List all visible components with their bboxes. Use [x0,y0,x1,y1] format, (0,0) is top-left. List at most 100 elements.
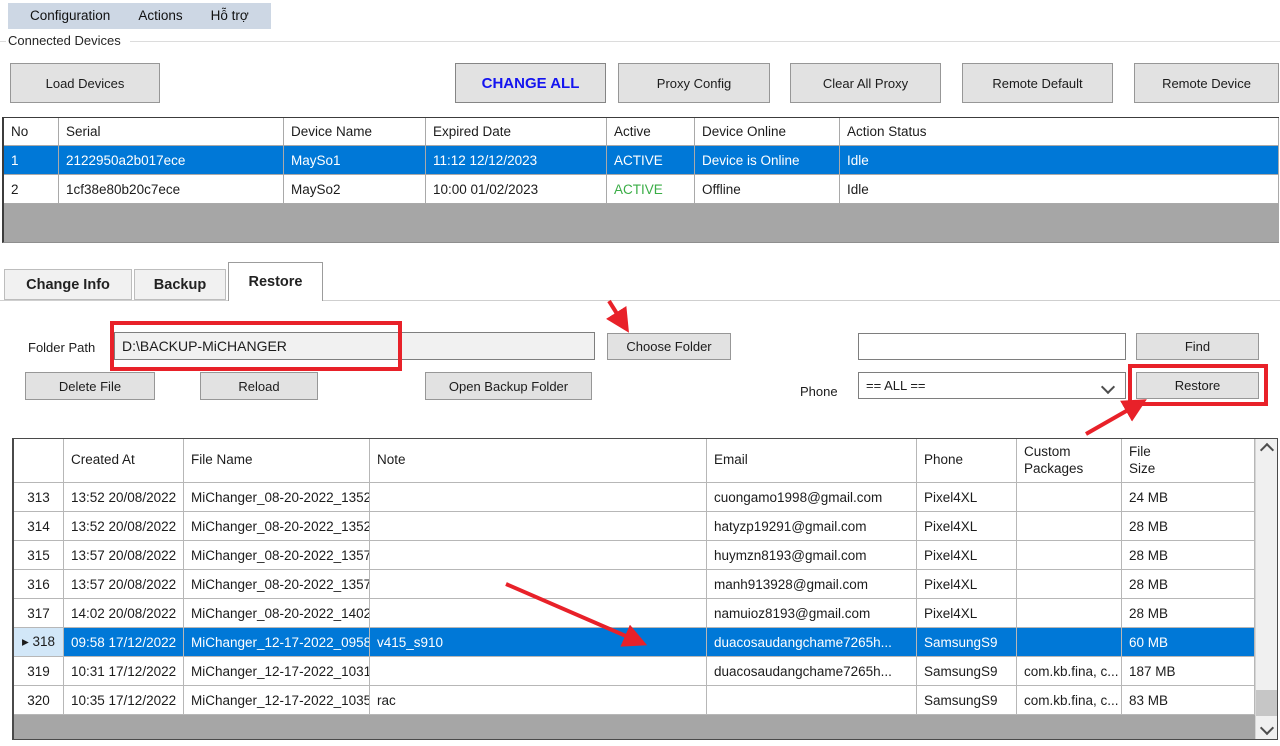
device-cell-status[interactable]: Idle [840,146,1279,174]
device-cell-active[interactable]: ACTIVE [607,146,695,174]
file-column-header[interactable]: File Name [184,439,370,482]
file-cell-phone[interactable]: Pixel4XL [917,512,1017,540]
file-cell-note[interactable] [370,599,707,627]
device-column-header[interactable]: Active [607,118,695,145]
file-cell-created[interactable]: 10:35 17/12/2022 [64,686,184,714]
file-cell-num[interactable]: 315 [14,541,64,569]
file-cell-size[interactable]: 28 MB [1122,599,1255,627]
load-devices-button[interactable]: Load Devices [10,63,160,103]
file-cell-packages[interactable]: com.kb.fina, c... [1017,657,1122,685]
file-cell-size[interactable]: 83 MB [1122,686,1255,714]
vertical-scrollbar[interactable] [1255,439,1277,739]
device-column-header[interactable]: Device Name [284,118,426,145]
file-cell-size[interactable]: 28 MB [1122,570,1255,598]
device-column-header[interactable]: Action Status [840,118,1279,145]
file-column-header[interactable]: Email [707,439,917,482]
file-column-header[interactable]: Created At [64,439,184,482]
file-cell-packages[interactable] [1017,512,1122,540]
file-cell-created[interactable]: 14:02 20/08/2022 [64,599,184,627]
file-column-header[interactable] [14,439,64,482]
clear-all-proxy-button[interactable]: Clear All Proxy [790,63,941,103]
device-row[interactable]: 12122950a2b017eceMaySo111:12 12/12/2023A… [4,146,1279,175]
backup-file-row[interactable]: 31613:57 20/08/2022MiChanger_08-20-2022_… [14,570,1255,599]
device-row[interactable]: 21cf38e80b20c7eceMaySo210:00 01/02/2023A… [4,175,1279,204]
file-cell-file[interactable]: MiChanger_08-20-2022_135719_... [184,570,370,598]
file-cell-email[interactable]: hatyzp19291@gmail.com [707,512,917,540]
file-cell-note[interactable]: rac [370,686,707,714]
remote-default-button[interactable]: Remote Default [962,63,1113,103]
file-cell-size[interactable]: 60 MB [1122,628,1255,656]
file-cell-size[interactable]: 28 MB [1122,541,1255,569]
backup-file-row[interactable]: 31313:52 20/08/2022MiChanger_08-20-2022_… [14,483,1255,512]
backup-file-row[interactable]: 31513:57 20/08/2022MiChanger_08-20-2022_… [14,541,1255,570]
device-cell-serial[interactable]: 1cf38e80b20c7ece [59,175,284,203]
file-cell-created[interactable]: 10:31 17/12/2022 [64,657,184,685]
backup-file-row[interactable]: 31910:31 17/12/2022MiChanger_12-17-2022_… [14,657,1255,686]
file-cell-size[interactable]: 187 MB [1122,657,1255,685]
device-cell-no[interactable]: 2 [4,175,59,203]
file-cell-created[interactable]: 13:52 20/08/2022 [64,483,184,511]
file-cell-phone[interactable]: Pixel4XL [917,570,1017,598]
file-cell-file[interactable]: MiChanger_08-20-2022_135706_... [184,541,370,569]
file-cell-created[interactable]: 13:52 20/08/2022 [64,512,184,540]
file-cell-file[interactable]: MiChanger_12-17-2022_103506_... [184,686,370,714]
menu-actions[interactable]: Actions [124,3,196,29]
file-column-header[interactable]: Custom Packages [1017,439,1122,482]
tab-backup[interactable]: Backup [134,269,226,300]
scroll-down-button[interactable] [1256,717,1277,739]
scrollbar-thumb[interactable] [1256,690,1277,716]
device-cell-online[interactable]: Offline [695,175,840,203]
device-column-header[interactable]: Device Online [695,118,840,145]
device-cell-status[interactable]: Idle [840,175,1279,203]
phone-dropdown[interactable]: == ALL == [858,372,1126,399]
file-cell-packages[interactable]: com.kb.fina, c... [1017,686,1122,714]
file-cell-email[interactable]: namuioz8193@gmail.com [707,599,917,627]
file-cell-email[interactable]: duacosaudangchame7265h... [707,657,917,685]
file-cell-note[interactable] [370,483,707,511]
device-cell-device_name[interactable]: MaySo1 [284,146,426,174]
file-cell-email[interactable]: duacosaudangchame7265h... [707,628,917,656]
device-cell-serial[interactable]: 2122950a2b017ece [59,146,284,174]
file-cell-packages[interactable] [1017,483,1122,511]
file-cell-note[interactable]: v415_s910 [370,628,707,656]
device-cell-online[interactable]: Device is Online [695,146,840,174]
file-cell-packages[interactable] [1017,570,1122,598]
file-cell-packages[interactable] [1017,541,1122,569]
file-cell-packages[interactable] [1017,628,1122,656]
file-cell-note[interactable] [370,570,707,598]
proxy-config-button[interactable]: Proxy Config [618,63,770,103]
file-cell-num[interactable]: ▸ 318 [14,628,64,656]
scroll-up-button[interactable] [1256,439,1277,461]
folder-path-field[interactable]: D:\BACKUP-MiCHANGER [114,332,595,360]
file-cell-phone[interactable]: SamsungS9 [917,657,1017,685]
device-cell-expired[interactable]: 11:12 12/12/2023 [426,146,607,174]
file-cell-file[interactable]: MiChanger_08-20-2022_140223_... [184,599,370,627]
file-cell-file[interactable]: MiChanger_12-17-2022_095823_... [184,628,370,656]
reload-button[interactable]: Reload [200,372,318,400]
delete-file-button[interactable]: Delete File [25,372,155,400]
file-cell-num[interactable]: 317 [14,599,64,627]
find-button[interactable]: Find [1136,333,1259,360]
file-cell-file[interactable]: MiChanger_12-17-2022_103102_... [184,657,370,685]
device-cell-no[interactable]: 1 [4,146,59,174]
file-cell-phone[interactable]: SamsungS9 [917,628,1017,656]
file-cell-num[interactable]: 316 [14,570,64,598]
device-cell-device_name[interactable]: MaySo2 [284,175,426,203]
file-cell-num[interactable]: 313 [14,483,64,511]
restore-button[interactable]: Restore [1136,372,1259,399]
file-column-header[interactable]: File Size [1122,439,1255,482]
tab-change-info[interactable]: Change Info [4,269,132,300]
file-cell-note[interactable] [370,657,707,685]
file-cell-created[interactable]: 13:57 20/08/2022 [64,541,184,569]
change-all-button[interactable]: CHANGE ALL [455,63,606,103]
tab-restore[interactable]: Restore [228,262,323,301]
file-cell-phone[interactable]: SamsungS9 [917,686,1017,714]
file-column-header[interactable]: Note [370,439,707,482]
file-cell-phone[interactable]: Pixel4XL [917,541,1017,569]
menu-support[interactable]: Hỗ trợ [197,3,263,29]
backup-file-row[interactable]: 32010:35 17/12/2022MiChanger_12-17-2022_… [14,686,1255,715]
file-cell-email[interactable]: cuongamo1998@gmail.com [707,483,917,511]
choose-folder-button[interactable]: Choose Folder [607,333,731,360]
file-cell-file[interactable]: MiChanger_08-20-2022_135215_... [184,483,370,511]
file-cell-email[interactable] [707,686,917,714]
